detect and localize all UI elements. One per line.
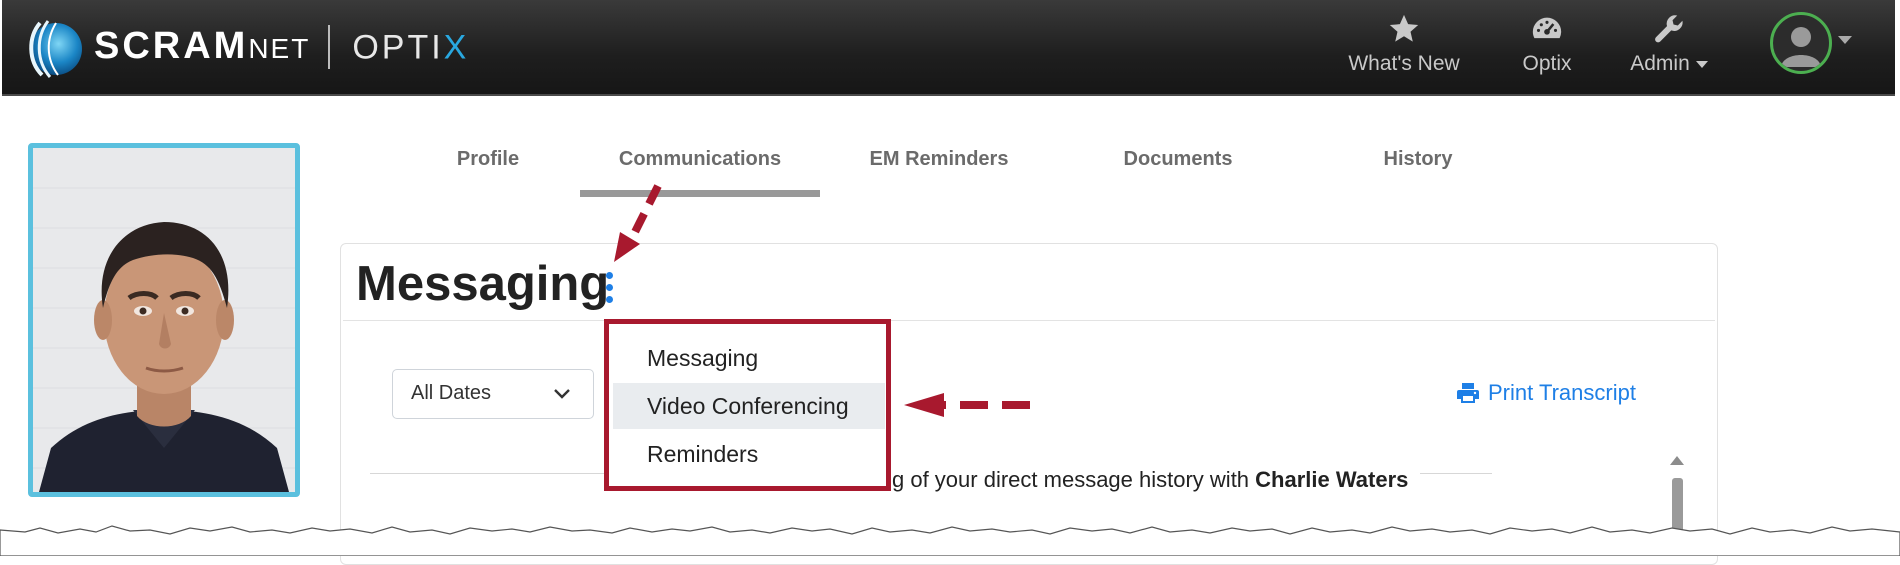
printer-icon <box>1457 383 1479 403</box>
date-range-value: All Dates <box>411 382 492 404</box>
brand-name-secondary: NET <box>248 32 311 64</box>
history-contact-name: Charlie Waters <box>1255 467 1409 492</box>
scroll-up-arrow[interactable] <box>1670 456 1684 465</box>
wrench-icon <box>1655 15 1683 43</box>
scram-logo-mark-icon <box>29 20 82 78</box>
brand-wordmark: SCRAMNET OPTIX <box>94 25 469 70</box>
chevron-down-icon <box>1695 60 1708 68</box>
tab-history[interactable]: History <box>1383 148 1453 171</box>
messaging-options-dropdown: Messaging Video Conferencing Reminders <box>604 319 891 491</box>
history-note-text: g of your direct message history with <box>892 467 1256 492</box>
nav-optix[interactable]: Optix <box>1515 12 1579 82</box>
user-avatar-icon <box>1770 12 1832 74</box>
history-note: g of your direct message history with Ch… <box>890 467 1421 493</box>
date-range-select[interactable]: All Dates <box>392 369 594 419</box>
kebab-menu-icon[interactable] <box>602 272 616 306</box>
nav-whats-new-label: What's New <box>1348 52 1460 75</box>
nav-admin[interactable]: Admin <box>1624 12 1714 82</box>
dashboard-gauge-icon <box>1532 17 1562 39</box>
tab-profile[interactable]: Profile <box>428 148 548 171</box>
torn-page-edge <box>0 525 1900 556</box>
print-transcript-link[interactable]: Print Transcript <box>1456 380 1636 406</box>
nav-admin-label-wrap: Admin <box>1630 52 1708 76</box>
participant-photo <box>28 143 300 497</box>
product-name-prefix: OPTI <box>352 27 444 66</box>
active-tab-indicator <box>580 190 820 197</box>
nav-admin-label: Admin <box>1630 52 1690 75</box>
print-transcript-label: Print Transcript <box>1488 380 1636 405</box>
product-name-suffix: X <box>443 27 470 66</box>
scramnet-optix-logo[interactable]: SCRAMNET OPTIX <box>22 12 469 82</box>
section-title: Messaging <box>356 257 610 311</box>
person-photo <box>33 148 295 492</box>
product-name: OPTIX <box>352 28 469 66</box>
brand-name-primary: SCRAM <box>94 24 249 67</box>
star-icon <box>1389 14 1419 42</box>
dropdown-item-messaging[interactable]: Messaging <box>613 335 885 381</box>
dropdown-item-reminders[interactable]: Reminders <box>613 431 885 477</box>
brand-divider <box>328 25 331 70</box>
user-silhouette-icon <box>1781 27 1821 67</box>
dropdown-item-video-conferencing[interactable]: Video Conferencing <box>613 383 885 429</box>
top-navbar: SCRAMNET OPTIX What's New Optix Admin <box>2 0 1895 96</box>
user-menu[interactable] <box>1770 12 1852 74</box>
card-header-divider <box>343 320 1715 321</box>
nav-whats-new[interactable]: What's New <box>1347 12 1461 82</box>
nav-optix-label: Optix <box>1522 52 1572 75</box>
tab-communications[interactable]: Communications <box>580 148 820 171</box>
tab-documents[interactable]: Documents <box>1123 148 1233 171</box>
tab-em-reminders[interactable]: EM Reminders <box>868 148 1010 171</box>
chevron-down-icon <box>1838 36 1852 44</box>
chevron-down-icon <box>554 389 570 399</box>
